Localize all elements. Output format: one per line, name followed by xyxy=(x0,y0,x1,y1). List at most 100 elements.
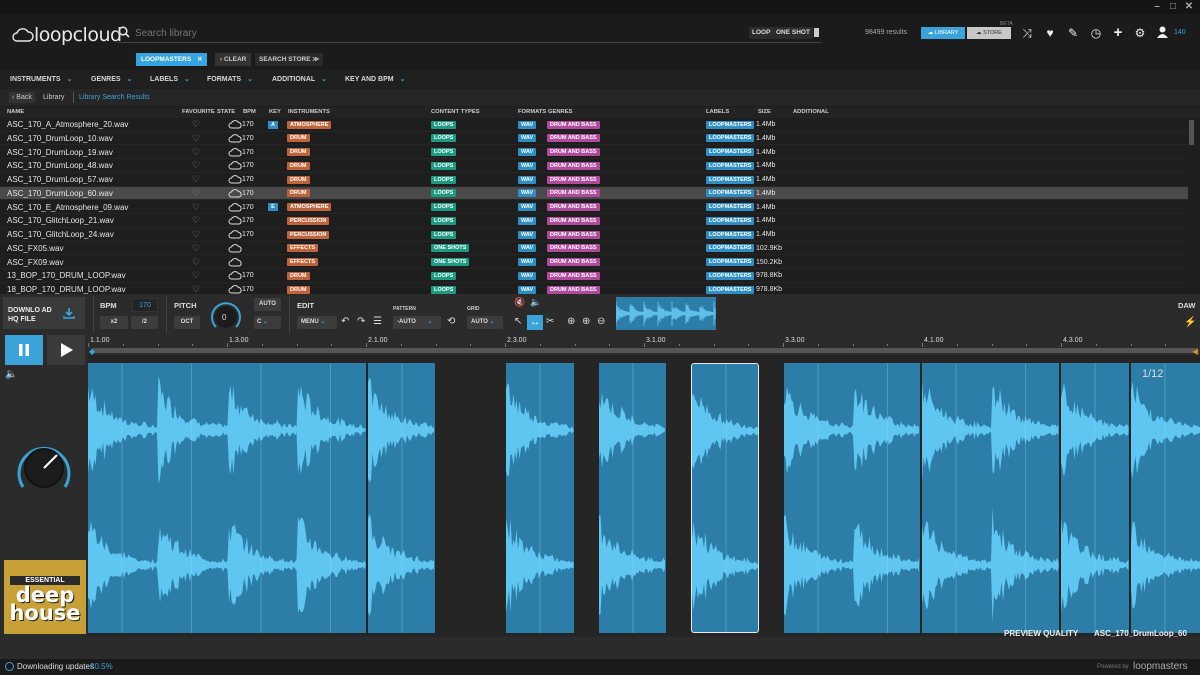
row-instrument[interactable]: DRUM xyxy=(287,134,310,143)
filter-key-and-bpm[interactable]: KEY AND BPM ⌄ xyxy=(345,75,406,83)
library-button[interactable]: ☁ LIBRARY xyxy=(921,27,965,39)
row-format[interactable]: WAV xyxy=(518,134,537,143)
row-content-type[interactable]: ONE SHOTS xyxy=(431,258,470,266)
cloud-icon[interactable] xyxy=(228,257,242,267)
cloud-icon[interactable] xyxy=(228,147,242,157)
minimize-icon[interactable]: – xyxy=(1150,1,1164,12)
redo-icon[interactable]: ↷ xyxy=(357,316,365,327)
row-label[interactable]: LOOPMASTERS xyxy=(706,134,755,143)
pause-button[interactable] xyxy=(5,335,43,365)
row-label[interactable]: LOOPMASTERS xyxy=(706,161,755,170)
col-content-types[interactable]: CONTENT TYPES xyxy=(431,109,480,115)
shuffle-icon[interactable]: ⤨ xyxy=(1020,26,1034,40)
scissors-icon[interactable]: ✂ xyxy=(546,316,554,327)
waveform-slice[interactable] xyxy=(691,363,759,633)
table-row[interactable]: ASC_170_DrumLoop_57.wav ♡ 170 DRUM LOOPS WAV D… xyxy=(0,173,1188,187)
mute-icon[interactable]: 🔇 xyxy=(514,297,525,308)
heart-icon[interactable]: ♡ xyxy=(192,188,200,199)
row-key[interactable]: A xyxy=(268,120,278,129)
search-input[interactable] xyxy=(135,25,735,41)
row-genre[interactable]: DRUM AND BASS xyxy=(547,285,600,294)
heart-icon[interactable]: ♡ xyxy=(192,284,200,294)
filter-instruments[interactable]: INSTRUMENTS ⌄ xyxy=(10,75,72,83)
row-content-type[interactable]: LOOPS xyxy=(431,285,457,294)
table-row[interactable]: ASC_FX09.wav ♡ EFFECTS ONE SHOTS WAV DRUM AND… xyxy=(0,256,1188,270)
heart-icon[interactable]: ♡ xyxy=(192,160,200,171)
bpm-half-button[interactable]: /2 xyxy=(131,316,158,329)
cloud-icon[interactable] xyxy=(228,243,242,253)
col-genres[interactable]: GENRES xyxy=(548,109,572,115)
table-row[interactable]: 18_BOP_170_DRUM_LOOP.wav ♡ 170 DRUM LOOPS WAV… xyxy=(0,283,1188,294)
close-icon[interactable]: ✕ xyxy=(1182,1,1196,12)
heart-icon[interactable]: ♡ xyxy=(192,119,200,130)
plus-icon[interactable]: + xyxy=(1111,25,1125,40)
gear-icon[interactable]: ⚙ xyxy=(1133,26,1147,40)
row-label[interactable]: LOOPMASTERS xyxy=(706,285,755,294)
row-content-type[interactable]: LOOPS xyxy=(431,161,457,170)
notification-count[interactable]: 140 xyxy=(1174,29,1186,36)
waveform-slice[interactable] xyxy=(88,363,366,633)
heart-icon[interactable]: ♥ xyxy=(1043,26,1057,40)
waveform-slice[interactable] xyxy=(506,363,574,633)
speaker-icon[interactable]: 🔈 xyxy=(530,297,541,308)
row-instrument[interactable]: EFFECTS xyxy=(287,244,319,253)
table-row[interactable]: ASC_FX05.wav ♡ EFFECTS ONE SHOTS WAV DRUM AND… xyxy=(0,242,1188,256)
row-format[interactable]: WAV xyxy=(518,120,537,129)
table-row[interactable]: ASC_170_DrumLoop_48.wav ♡ 170 DRUM LOOPS WAV D… xyxy=(0,159,1188,173)
filter-formats[interactable]: FORMATS ⌄ xyxy=(207,75,253,83)
row-content-type[interactable]: LOOPS xyxy=(431,216,457,225)
row-genre[interactable]: DRUM AND BASS xyxy=(547,134,600,143)
row-genre[interactable]: DRUM AND BASS xyxy=(547,175,600,184)
tag-loopmasters[interactable]: LOOPMASTERS ✕ xyxy=(136,53,208,66)
heart-icon[interactable]: ♡ xyxy=(192,270,200,281)
heart-icon[interactable]: ♡ xyxy=(192,243,200,254)
table-scrollbar[interactable] xyxy=(1189,120,1194,145)
row-genre[interactable]: DRUM AND BASS xyxy=(547,216,600,225)
row-content-type[interactable]: LOOPS xyxy=(431,230,457,239)
key-select[interactable]: C ⌄ xyxy=(254,316,281,329)
filter-genres[interactable]: GENRES ⌄ xyxy=(91,75,132,83)
row-content-type[interactable]: LOOPS xyxy=(431,189,457,198)
table-row[interactable]: ASC_170_A_Atmosphere_20.wav ♡ 170 A ATMOSPHE… xyxy=(0,118,1188,132)
cloud-icon[interactable] xyxy=(228,284,242,294)
waveform-slice[interactable] xyxy=(599,363,666,633)
waveform-slice[interactable] xyxy=(368,363,435,633)
row-content-type[interactable]: LOOPS xyxy=(431,203,457,211)
row-format[interactable]: WAV xyxy=(518,203,537,211)
bpm-double-button[interactable]: x2 xyxy=(100,316,128,329)
col-favourite[interactable]: FAVOURITE xyxy=(182,109,215,115)
table-row[interactable]: ASC_170_DrumLoop_60.wav ♡ 170 DRUM LOOPS WAV D… xyxy=(0,186,1188,201)
waveform-slice[interactable] xyxy=(784,363,920,633)
row-instrument[interactable]: DRUM xyxy=(287,148,310,156)
row-label[interactable]: LOOPMASTERS xyxy=(706,258,755,266)
row-label[interactable]: LOOPMASTERS xyxy=(706,271,755,280)
breadcrumb-library[interactable]: Library xyxy=(43,94,64,101)
row-format[interactable]: WAV xyxy=(518,148,537,156)
volume-icon[interactable]: 🔈 xyxy=(5,369,17,380)
cloud-icon[interactable] xyxy=(228,215,242,225)
row-genre[interactable]: DRUM AND BASS xyxy=(547,120,600,129)
clear-button[interactable]: ‹ CLEAR xyxy=(215,53,252,66)
row-label[interactable]: LOOPMASTERS xyxy=(706,203,755,211)
row-label[interactable]: LOOPMASTERS xyxy=(706,189,755,198)
oneshot-filter-button[interactable]: ONE SHOT xyxy=(773,27,813,39)
row-format[interactable]: WAV xyxy=(518,175,537,184)
col-labels[interactable]: LABELS xyxy=(706,109,729,115)
zoom-fit-icon[interactable]: ⊖ xyxy=(597,316,605,327)
col-instruments[interactable]: INSTRUMENTS xyxy=(288,109,330,115)
stretch-tool-icon[interactable]: ↔ xyxy=(527,315,543,330)
edit-menu-select[interactable]: MENU ⌄ xyxy=(297,316,337,329)
col-additional[interactable]: ADDITIONAL xyxy=(793,109,829,115)
table-row[interactable]: 13_BOP_170_DRUM_LOOP.wav ♡ 170 DRUM LOOPS WAV… xyxy=(0,269,1188,283)
row-instrument[interactable]: DRUM xyxy=(287,285,310,294)
grid-select[interactable]: AUTO ⌄ xyxy=(467,316,503,329)
back-button[interactable]: ‹ Back xyxy=(9,92,35,103)
table-row[interactable]: ASC_170_E_Atmosphere_09.wav ♡ 170 E ATMOSPHE… xyxy=(0,201,1188,215)
heart-icon[interactable]: ♡ xyxy=(192,147,200,158)
row-label[interactable]: LOOPMASTERS xyxy=(706,120,755,129)
heart-icon[interactable]: ♡ xyxy=(192,229,200,240)
row-instrument[interactable]: DRUM xyxy=(287,271,310,280)
row-content-type[interactable]: LOOPS xyxy=(431,271,457,280)
heart-icon[interactable]: ♡ xyxy=(192,257,200,268)
row-format[interactable]: WAV xyxy=(518,216,537,225)
